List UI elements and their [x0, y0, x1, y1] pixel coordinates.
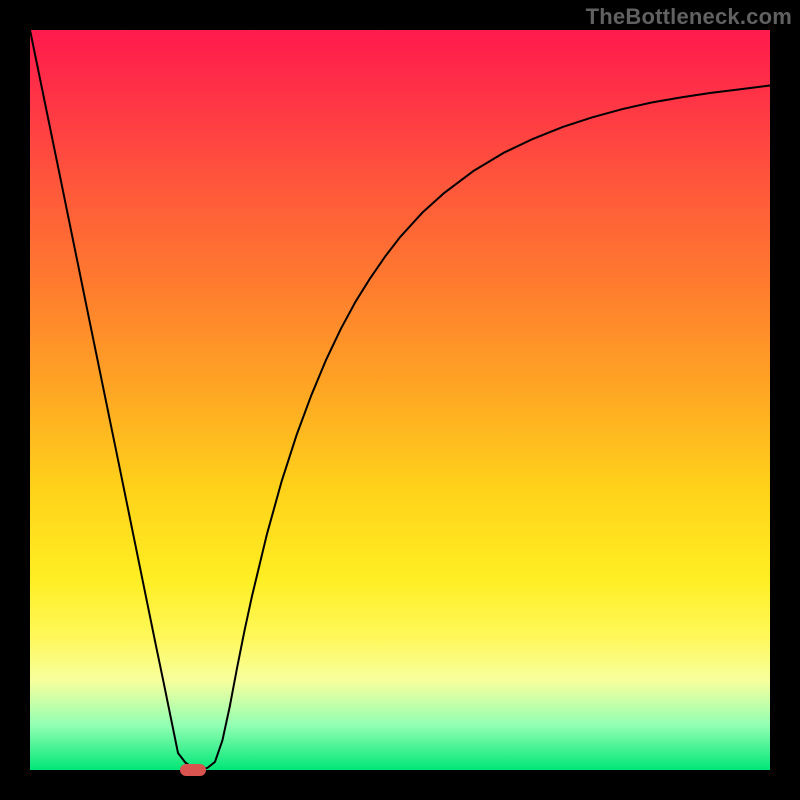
- chart-frame: TheBottleneck.com: [0, 0, 800, 800]
- minimum-marker: [180, 764, 206, 776]
- bottleneck-curve: [30, 30, 770, 770]
- watermark-text: TheBottleneck.com: [586, 4, 792, 30]
- plot-area: [30, 30, 770, 770]
- curve-svg: [30, 30, 770, 770]
